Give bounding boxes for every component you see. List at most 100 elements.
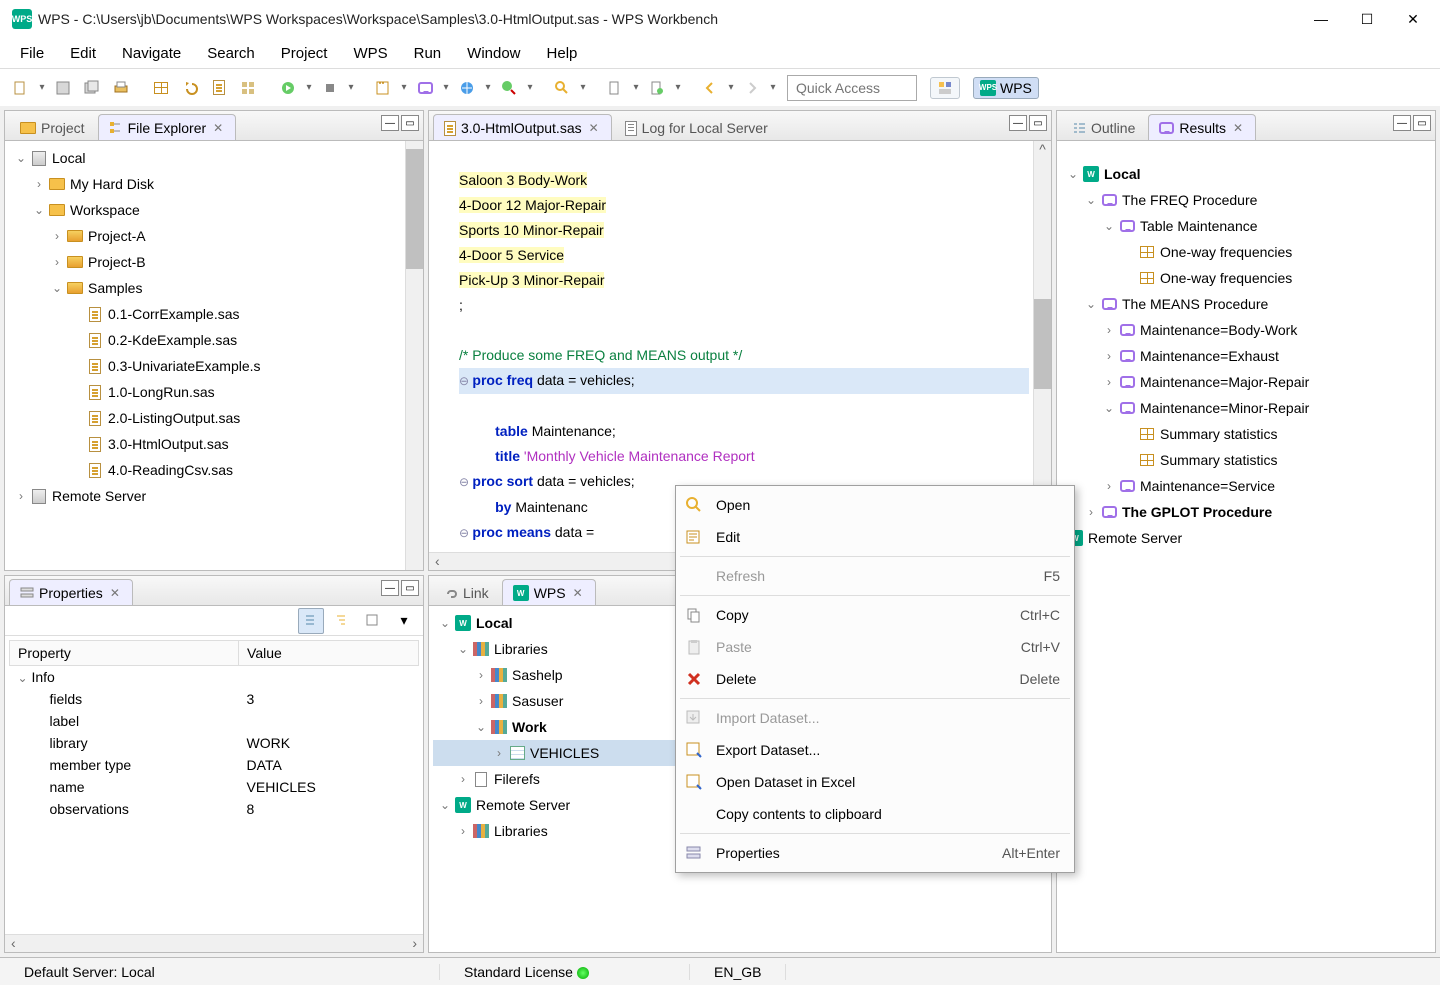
tool2-icon[interactable] [644, 75, 670, 101]
globe-icon[interactable] [454, 75, 480, 101]
open-perspective-button[interactable] [930, 77, 960, 99]
folder-icon [67, 256, 83, 268]
wps-icon: W [513, 585, 529, 601]
scrollbar[interactable] [405, 141, 423, 570]
wps-perspective-button[interactable]: WPSWPS [973, 77, 1039, 99]
menu-file[interactable]: File [8, 41, 56, 66]
print-button[interactable] [108, 75, 134, 101]
folder-icon [49, 178, 65, 190]
close-button[interactable]: ✕ [1390, 3, 1436, 35]
result-icon [1120, 324, 1135, 336]
menu-project[interactable]: Project [269, 41, 340, 66]
col-property[interactable]: Property [10, 641, 239, 666]
sas-file-icon [89, 437, 101, 452]
scroll-left[interactable]: ‹ [5, 935, 22, 952]
new-button[interactable] [8, 75, 34, 101]
tab-file-explorer[interactable]: File Explorer✕ [98, 114, 237, 140]
close-tab-icon[interactable]: ✕ [211, 121, 225, 135]
sas-file-icon [444, 121, 456, 136]
menu-window[interactable]: Window [455, 41, 532, 66]
close-tab-icon[interactable]: ✕ [571, 586, 585, 600]
tab-link[interactable]: Link [433, 579, 500, 605]
tool1-icon[interactable] [602, 75, 628, 101]
table-icon[interactable] [148, 75, 174, 101]
menu-search[interactable]: Search [195, 41, 267, 66]
close-tab-icon[interactable]: ✕ [108, 586, 122, 600]
menu-edit[interactable]: Edit [58, 41, 108, 66]
menu-help[interactable]: Help [535, 41, 590, 66]
ctx-delete[interactable]: DeleteDelete [676, 663, 1074, 695]
window-title: WPS - C:\Users\jb\Documents\WPS Workspac… [38, 11, 1298, 27]
prop-menu[interactable]: ▾ [391, 608, 417, 634]
col-value[interactable]: Value [239, 641, 419, 666]
grid-icon[interactable] [235, 75, 261, 101]
prop-tool3[interactable] [360, 608, 386, 634]
result-icon [1120, 376, 1135, 388]
ctx-copy-contents[interactable]: Copy contents to clipboard [676, 798, 1074, 830]
import-icon [685, 709, 703, 727]
tab-properties[interactable]: Properties✕ [9, 579, 133, 605]
scroll-right[interactable]: › [406, 935, 423, 952]
maximize-pane-icon[interactable]: ▭ [401, 580, 419, 596]
minimize-pane-icon[interactable]: — [1009, 115, 1027, 131]
tab-project[interactable]: Project [9, 114, 96, 140]
file-explorer-tree[interactable]: ⌄Local ›My Hard Disk ⌄Workspace ›Project… [5, 141, 405, 570]
stop-button[interactable] [317, 75, 343, 101]
run-dropdown[interactable]: ▾ [304, 82, 314, 93]
undo-icon[interactable] [177, 75, 203, 101]
save-all-button[interactable] [79, 75, 105, 101]
prop-tool1[interactable] [298, 608, 324, 634]
menu-run[interactable]: Run [402, 41, 454, 66]
folder-icon [67, 282, 83, 294]
maximize-pane-icon[interactable]: ▭ [401, 115, 419, 131]
wps-icon: W [1083, 166, 1099, 182]
back-button[interactable] [697, 75, 723, 101]
comment-icon[interactable] [412, 75, 438, 101]
tab-results[interactable]: Results✕ [1148, 114, 1256, 140]
save-button[interactable] [50, 75, 76, 101]
notes-icon[interactable] [370, 75, 396, 101]
ctx-import: Import Dataset... [676, 702, 1074, 734]
quick-access-input[interactable] [787, 75, 917, 101]
minimize-button[interactable]: — [1298, 3, 1344, 35]
new-dropdown[interactable]: ▾ [37, 82, 47, 93]
scroll-left[interactable]: ‹ [429, 553, 446, 570]
run-button[interactable] [275, 75, 301, 101]
status-locale: EN_GB [690, 964, 786, 980]
tab-editor-file[interactable]: 3.0-HtmlOutput.sas✕ [433, 114, 612, 140]
results-tree[interactable]: ⌄WLocal ⌄The FREQ Procedure ⌄Table Maint… [1057, 141, 1435, 952]
tab-outline[interactable]: Outline [1061, 114, 1146, 140]
folder-icon [67, 230, 83, 242]
minimize-pane-icon[interactable]: — [381, 115, 399, 131]
result-icon [1102, 506, 1117, 518]
ctx-open-excel[interactable]: Open Dataset in Excel [676, 766, 1074, 798]
script-icon[interactable] [206, 75, 232, 101]
maximize-button[interactable]: ☐ [1344, 3, 1390, 35]
run-ext-icon[interactable] [496, 75, 522, 101]
app-icon: WPS [12, 9, 32, 29]
title-bar: WPS WPS - C:\Users\jb\Documents\WPS Work… [0, 0, 1440, 38]
prop-tool2[interactable] [329, 608, 355, 634]
ctx-properties[interactable]: PropertiesAlt+Enter [676, 837, 1074, 869]
tab-log[interactable]: Log for Local Server [614, 114, 779, 140]
ctx-open[interactable]: Open [676, 489, 1074, 521]
ctx-export[interactable]: Export Dataset... [676, 734, 1074, 766]
menu-bar: File Edit Navigate Search Project WPS Ru… [0, 38, 1440, 68]
delete-icon [685, 670, 703, 688]
maximize-pane-icon[interactable]: ▭ [1029, 115, 1047, 131]
outline-icon [1072, 121, 1086, 135]
maximize-pane-icon[interactable]: ▭ [1413, 115, 1431, 131]
ctx-copy[interactable]: CopyCtrl+C [676, 599, 1074, 631]
minimize-pane-icon[interactable]: — [1393, 115, 1411, 131]
search-icon[interactable] [549, 75, 575, 101]
table-icon [1140, 454, 1154, 466]
menu-navigate[interactable]: Navigate [110, 41, 193, 66]
close-tab-icon[interactable]: ✕ [587, 121, 601, 135]
ctx-edit[interactable]: Edit [676, 521, 1074, 553]
tab-wps[interactable]: WWPS✕ [502, 579, 596, 605]
close-tab-icon[interactable]: ✕ [1231, 121, 1245, 135]
result-icon [1102, 194, 1117, 206]
menu-wps[interactable]: WPS [341, 41, 399, 66]
minimize-pane-icon[interactable]: — [381, 580, 399, 596]
forward-button[interactable] [739, 75, 765, 101]
